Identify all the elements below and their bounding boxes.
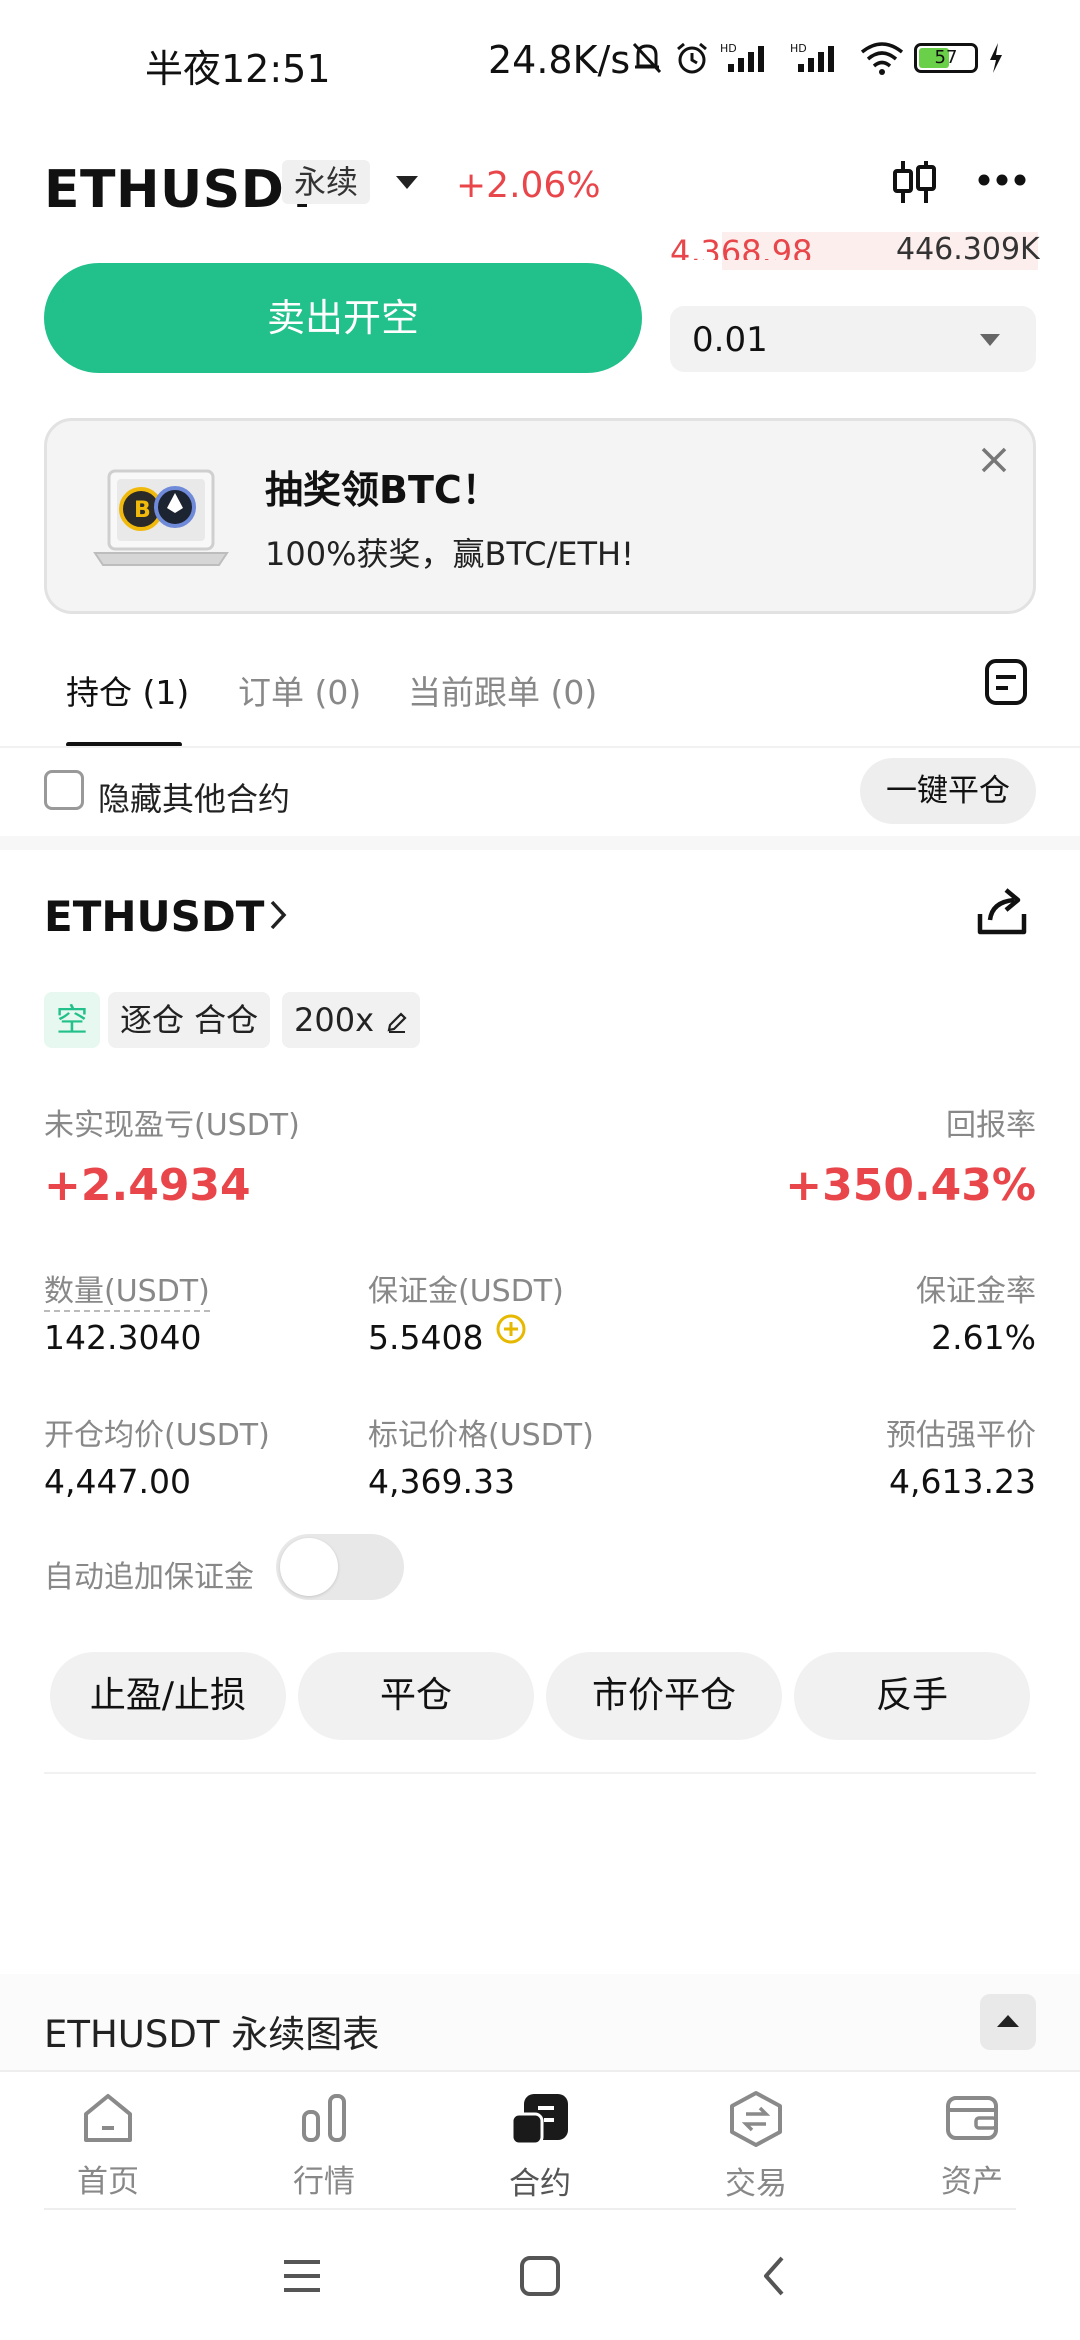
svg-text:B: B	[134, 498, 151, 523]
status-icons: HD HD 57	[630, 40, 1004, 76]
entry-price-label: 开仓均价(USDT)	[44, 1418, 270, 1453]
position-side-badge: 空	[44, 992, 101, 1048]
status-bar: 半夜12:51 24.8K/s HD HD 57	[0, 0, 1080, 130]
market-close-button[interactable]: 市价平仓	[546, 1652, 782, 1740]
order-history-icon[interactable]	[984, 658, 1028, 706]
quantity-select[interactable]: 0.01	[670, 306, 1036, 372]
roe-value: +350.43%	[785, 1160, 1036, 1211]
roe-label: 回报率	[946, 1108, 1036, 1143]
close-all-button[interactable]: 一键平仓	[860, 758, 1036, 824]
banner-title: 抽奖领BTC！	[265, 468, 500, 512]
network-speed: 24.8K/s	[488, 38, 631, 82]
edit-pencil-icon	[387, 1012, 407, 1033]
tp-sl-button[interactable]: 止盈/止损	[50, 1652, 286, 1740]
system-navigation-bar	[0, 2212, 1080, 2340]
unrealized-pnl-value: +2.4934	[44, 1160, 251, 1211]
hide-other-contracts-label: 隐藏其他合约	[98, 780, 291, 818]
nav-item-contract[interactable]: 合约	[460, 2090, 620, 2203]
nav-bottom-rule	[44, 2208, 1016, 2210]
auto-margin-toggle[interactable]	[276, 1534, 404, 1600]
candlestick-chart-icon[interactable]	[890, 157, 938, 207]
liq-price-value: 4,613.23	[889, 1462, 1036, 1501]
svg-text:HD: HD	[720, 42, 737, 55]
alarm-icon	[677, 42, 707, 74]
market-icon	[302, 2094, 346, 2142]
auto-margin-label: 自动追加保证金	[44, 1560, 254, 1595]
chevron-down-icon	[980, 334, 1000, 346]
tab-copy-trades[interactable]: 当前跟单 (0)	[408, 666, 597, 714]
contract-type-tag: 永续	[282, 160, 371, 204]
margin-label: 保证金(USDT)	[368, 1274, 564, 1309]
leverage-value: 200x	[294, 1001, 375, 1039]
contract-icon	[510, 2094, 568, 2146]
position-tabs: 持仓 (1) 订单 (0) 当前跟单 (0)	[0, 650, 1080, 750]
menu-icon[interactable]	[280, 2256, 324, 2296]
reverse-position-button[interactable]: 反手	[794, 1652, 1030, 1740]
nav-label-assets: 资产	[941, 2164, 1003, 2200]
signal-hd-icon-2: HD	[790, 42, 834, 72]
promo-banner[interactable]: B 抽奖领BTC！ 100%获奖，赢BTC/ETH!	[44, 418, 1036, 614]
close-icon[interactable]	[979, 445, 1009, 475]
tabs-divider	[0, 746, 1080, 748]
nav-item-market[interactable]: 行情	[244, 2090, 404, 2201]
quantity-value: 142.3040	[44, 1318, 202, 1357]
mute-bell-icon	[632, 42, 662, 74]
orderbook-ask-volume: 446.309K	[896, 232, 1040, 260]
card-divider	[44, 1772, 1036, 1774]
entry-price-value: 4,447.00	[44, 1462, 191, 1501]
quantity-label[interactable]: 数量(USDT)	[44, 1266, 210, 1312]
battery-level: 57	[934, 47, 958, 68]
nav-label-market: 行情	[293, 2164, 355, 2200]
nav-label-home: 首页	[77, 2164, 139, 2200]
tab-orders[interactable]: 订单 (0)	[238, 666, 361, 714]
price-change-pct: +2.06%	[456, 165, 601, 206]
wifi-icon	[860, 42, 904, 75]
chart-section-title: ETHUSDT 永续图表	[44, 2013, 380, 2056]
sell-open-short-button[interactable]: 卖出开空	[44, 263, 642, 373]
margin-value: 5.5408	[368, 1318, 484, 1357]
toggle-knob	[280, 1538, 338, 1596]
charging-icon	[990, 43, 1002, 73]
home-square-icon[interactable]	[518, 2254, 562, 2298]
section-separator	[0, 836, 1080, 850]
symbol-dropdown-icon[interactable]	[396, 176, 418, 189]
contract-symbol[interactable]: ETHUSDT	[44, 160, 320, 220]
crypto-laptop-illustration: B	[93, 469, 229, 566]
wallet-icon	[946, 2096, 998, 2140]
home-icon	[84, 2094, 132, 2142]
nav-label-contract: 合约	[509, 2166, 571, 2202]
share-icon[interactable]	[974, 884, 1030, 940]
unrealized-pnl-label: 未实现盈亏(USDT)	[44, 1108, 300, 1143]
chevron-right-icon[interactable]	[268, 898, 288, 932]
back-icon[interactable]	[760, 2254, 788, 2298]
margin-mode-badge: 逐仓 合仓	[108, 992, 271, 1048]
add-margin-icon[interactable]	[494, 1312, 528, 1346]
trade-icon	[730, 2091, 782, 2147]
leverage-badge[interactable]: 200x	[282, 992, 421, 1048]
signal-hd-icon: HD	[720, 42, 764, 72]
liq-price-label: 预估强平价	[886, 1418, 1036, 1453]
more-options-icon[interactable]	[976, 172, 1028, 188]
position-symbol[interactable]: ETHUSDT	[44, 892, 264, 941]
margin-ratio-label: 保证金率	[916, 1274, 1036, 1309]
nav-item-trade[interactable]: 交易	[676, 2090, 836, 2203]
status-time: 半夜12:51	[145, 47, 331, 91]
orderbook-ask-price[interactable]: 4,368.98	[670, 224, 813, 260]
close-position-button[interactable]: 平仓	[298, 1652, 534, 1740]
hide-other-contracts-checkbox[interactable]	[44, 770, 84, 810]
margin-ratio-value: 2.61%	[931, 1318, 1036, 1357]
mark-price-label: 标记价格(USDT)	[368, 1418, 594, 1453]
battery-icon: 57	[914, 43, 978, 73]
mark-price-value: 4,369.33	[368, 1462, 515, 1501]
banner-subtitle: 100%获奖，赢BTC/ETH!	[265, 535, 634, 573]
nav-label-trade: 交易	[725, 2166, 787, 2202]
quantity-value: 0.01	[692, 320, 768, 360]
chart-expand-toggle-icon[interactable]	[980, 1994, 1036, 2050]
bottom-navigation: 首页 行情 合约 交易 资产	[0, 2070, 1080, 2210]
nav-item-assets[interactable]: 资产	[892, 2090, 1052, 2201]
nav-item-home[interactable]: 首页	[28, 2090, 188, 2201]
tab-positions[interactable]: 持仓 (1)	[66, 666, 189, 714]
svg-text:HD: HD	[790, 42, 807, 55]
